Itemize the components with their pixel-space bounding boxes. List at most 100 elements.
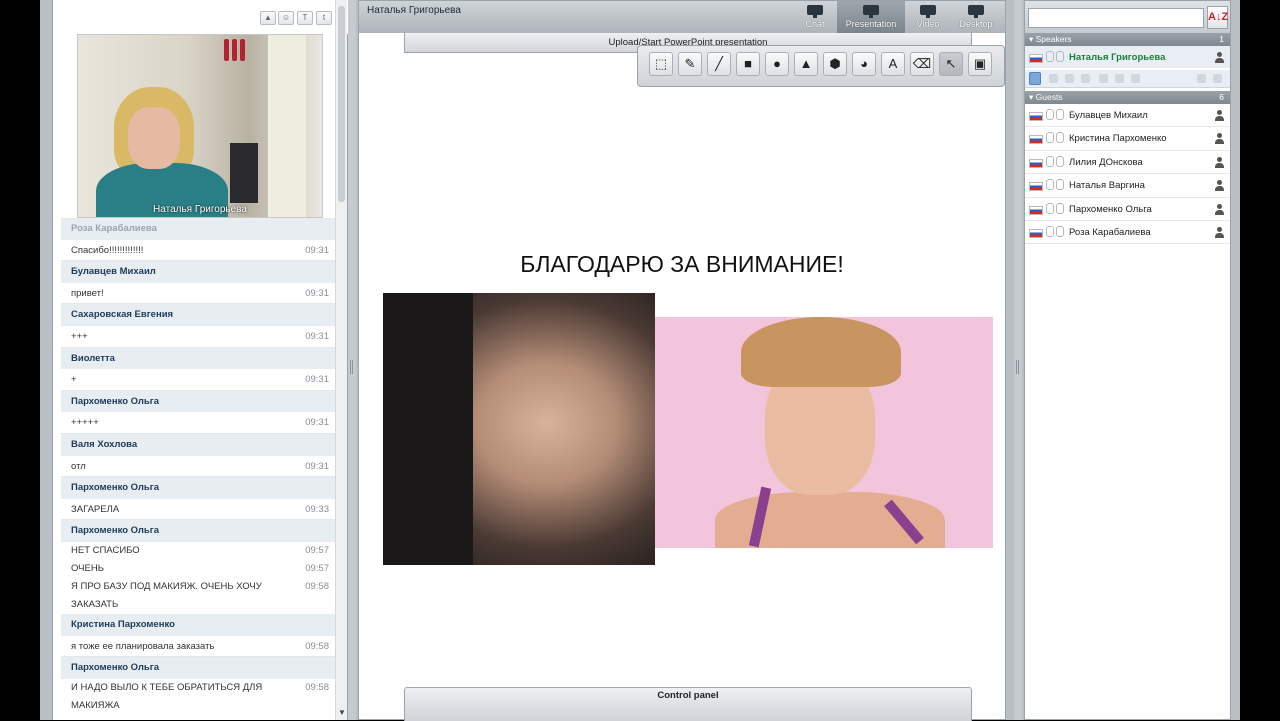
control-panel[interactable]: Control panel — [404, 687, 972, 721]
pointer-icon[interactable]: ↖ — [939, 52, 963, 76]
russia-flag-icon — [1029, 158, 1043, 168]
user-icon — [1215, 133, 1224, 145]
camera-icon — [1056, 202, 1064, 214]
chat-message-time: 09:57 — [305, 544, 329, 556]
speaker-row[interactable]: Наталья Григорьева — [1025, 46, 1230, 68]
guests-count: 6 — [1219, 92, 1224, 102]
triangle-icon[interactable]: ▲ — [794, 52, 818, 76]
clear-chat-icon[interactable]: ▲ — [260, 11, 276, 25]
control-icon-1[interactable] — [1049, 74, 1058, 83]
chat-message-time: 09:31 — [305, 374, 329, 386]
guest-name: Пархоменко Ольга — [1069, 203, 1152, 215]
mode-button-presentation[interactable]: Presentation — [837, 1, 905, 33]
chat-author-name: Виолетта — [71, 352, 115, 364]
line-icon[interactable]: ╱ — [707, 52, 731, 76]
control-panel-label: Control panel — [657, 690, 719, 701]
chat-message: И НАДО ВЫЛО К ТЕБЕ ОБРАТИТЬСЯ ДЛЯ 09:58 — [61, 679, 337, 697]
chat-message: я тоже ее планировала заказать 09:58 — [61, 636, 337, 658]
control-icon-5[interactable] — [1115, 74, 1124, 83]
mode-button-desktop[interactable]: Desktop — [951, 1, 1001, 33]
guest-row[interactable]: Наталья Варгина — [1025, 174, 1230, 198]
participant-search-input[interactable] — [1028, 8, 1204, 28]
camera-icon — [1056, 179, 1064, 191]
mode-label: Chat — [805, 19, 825, 29]
left-splitter[interactable] — [348, 0, 356, 720]
pie-icon[interactable]: ◕ — [852, 52, 876, 76]
font-size-icon[interactable]: T — [297, 11, 313, 25]
font-smaller-icon[interactable]: t — [316, 11, 332, 25]
user-icon — [1215, 227, 1224, 238]
chat-message-text: МАКИЯЖА — [71, 699, 120, 711]
chat-author-name: Пархоменко Ольга — [71, 662, 160, 674]
guest-row[interactable]: Лилия ДОнскова — [1025, 151, 1230, 175]
mode-button-video[interactable]: Video — [908, 1, 948, 33]
chat-scroll-thumb[interactable] — [338, 6, 345, 202]
guest-name: Роза Карабалиева — [1069, 227, 1151, 238]
chat-author-name: Пархоменко Ольга — [71, 482, 160, 494]
hexagon-icon[interactable]: ⬢ — [823, 52, 847, 76]
save-icon[interactable]: ▣ — [968, 52, 992, 76]
desktop-icon — [965, 3, 987, 19]
chat-author: Сахаровская Евгения — [61, 304, 337, 326]
guest-row[interactable]: Роза Карабалиева — [1025, 221, 1230, 245]
text-icon[interactable]: A — [881, 52, 905, 76]
guests-header[interactable]: ▾ Guests 6 — [1025, 91, 1230, 104]
chat-message: НЕТ СПАСИБО 09:57 — [61, 542, 337, 560]
control-icon-7[interactable] — [1197, 74, 1206, 83]
chat-message-text: +++ — [71, 330, 88, 342]
control-icon-6[interactable] — [1131, 74, 1140, 83]
speaker-settings-icon[interactable] — [1029, 72, 1041, 85]
right-splitter[interactable] — [1014, 0, 1022, 720]
control-icon-8[interactable] — [1213, 74, 1222, 83]
guest-row[interactable]: Булавцев Михаил — [1025, 104, 1230, 128]
chat-toolbar: ▲ ☺ T t — [53, 0, 349, 34]
chat-author-name: Пархоменко Ольга — [71, 395, 160, 407]
user-icon — [1215, 110, 1224, 121]
mic-icon — [1046, 51, 1054, 62]
chat-author: Валя Хохлова — [61, 433, 337, 456]
scroll-down-icon[interactable]: ▼ — [337, 708, 347, 718]
guest-name: Кристина Пархоменко — [1069, 133, 1167, 145]
russia-flag-icon — [1029, 182, 1043, 192]
circle-icon[interactable]: ● — [765, 52, 789, 76]
chat-message-text: + — [71, 374, 77, 386]
control-icon-4[interactable] — [1099, 74, 1108, 83]
participant-search-bar: A↓Z — [1025, 1, 1230, 33]
chat-message-text: И НАДО ВЫЛО К ТЕБЕ ОБРАТИТЬСЯ ДЛЯ — [71, 681, 263, 693]
chat-message-text: я тоже ее планировала заказать — [71, 640, 215, 652]
user-icon — [1215, 180, 1224, 192]
mic-icon — [1046, 226, 1054, 237]
rectangle-icon[interactable]: ■ — [736, 52, 760, 76]
speaker-controls — [1025, 70, 1230, 88]
mode-button-chat[interactable]: Chat — [795, 1, 835, 33]
center-header: Наталья Григорьева Chat Presentation Video… — [359, 1, 1005, 33]
speakers-header[interactable]: ▾ Speakers 1 — [1025, 33, 1230, 46]
chat-bubble-icon — [804, 3, 826, 19]
chat-message-text: Я ПРО БАЗУ ПОД МАКИЯЖ. ОЧЕНЬ ХОЧУ — [71, 580, 262, 592]
control-icon-3[interactable] — [1081, 74, 1090, 83]
drawing-toolbar: ⬚ ✎ ╱ ■ ● ▲ ⬢ ◕ A ⌫ ↖ ▣ — [637, 45, 1005, 87]
chat-message-time: 09:31 — [305, 287, 329, 299]
chat-message-text: ЗАКАЗАТЬ — [71, 598, 119, 610]
eraser-icon[interactable]: ⌫ — [910, 52, 934, 76]
pencil-icon[interactable]: ✎ — [678, 52, 702, 76]
chat-message-time: 09:31 — [305, 244, 329, 256]
chat-scrollbar[interactable]: ▼ — [335, 0, 347, 720]
sort-az-icon[interactable]: A↓Z — [1207, 6, 1228, 29]
chat-message-time: 09:31 — [305, 417, 329, 429]
control-icon-2[interactable] — [1065, 74, 1074, 83]
guest-row[interactable]: Кристина Пархоменко — [1025, 127, 1230, 151]
select-area-icon[interactable]: ⬚ — [649, 52, 673, 76]
guests-label: Guests — [1035, 92, 1063, 102]
mic-icon — [1046, 132, 1054, 144]
guest-row[interactable]: Пархоменко Ольга — [1025, 198, 1230, 221]
chat-message: +09:31 — [61, 369, 337, 391]
emoticon-icon[interactable]: ☺ — [278, 11, 294, 25]
chat-message-time: 09:58 — [305, 640, 329, 652]
chat-message-text: привет! — [71, 287, 104, 299]
chat-author: Пархоменко Ольга — [61, 477, 337, 499]
camera-icon — [1056, 109, 1064, 120]
camera-icon — [1056, 132, 1064, 144]
chat-message-time: 09:31 — [305, 330, 329, 342]
chat-message-time: 09:31 — [305, 460, 329, 472]
